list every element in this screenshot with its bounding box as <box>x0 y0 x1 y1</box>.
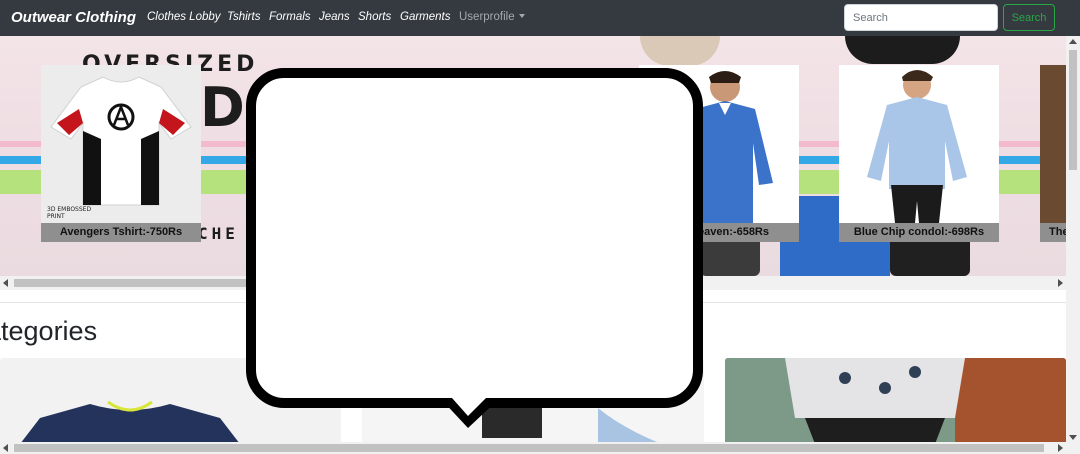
banner-headline-bottom: CHE <box>198 224 239 243</box>
brand-logo[interactable]: Outwear Clothing <box>11 9 136 26</box>
nav-jeans[interactable]: Jeans <box>319 11 350 23</box>
nav-clothes-lobby[interactable]: Clothes Lobby <box>147 11 221 23</box>
search-input[interactable] <box>844 4 998 31</box>
product-label: Blue Chip condol:-698Rs <box>839 223 999 242</box>
product-print-note: 3D EMBOSSED PRINT <box>47 206 92 220</box>
product-card[interactable]: 3D EMBOSSED PRINT Avengers Tshirt:-750Rs <box>41 65 201 242</box>
model-photo <box>845 36 960 64</box>
nav-shorts[interactable]: Shorts <box>358 11 391 23</box>
nav-garments[interactable]: Garments <box>400 11 451 23</box>
categories-heading: ategories <box>0 316 98 346</box>
page-horizontal-scrollbar[interactable] <box>0 442 1066 454</box>
caret-down-icon <box>518 14 525 18</box>
product-image <box>41 65 201 223</box>
top-navbar: Outwear Clothing Clothes Lobby Tshirts F… <box>0 0 1080 36</box>
speech-bubble-overlay <box>246 68 703 408</box>
product-card[interactable]: Blue Chip condol:-698Rs <box>839 65 999 242</box>
speech-bubble-tail <box>440 398 500 428</box>
scroll-up-icon[interactable] <box>1069 39 1077 44</box>
scroll-left-icon[interactable] <box>3 279 8 287</box>
scroll-right-icon[interactable] <box>1058 279 1063 287</box>
product-card[interactable]: The <box>1040 65 1066 242</box>
product-image <box>1040 65 1066 223</box>
product-label: Avengers Tshirt:-750Rs <box>41 223 201 242</box>
product-image <box>839 65 999 223</box>
scrollbar-thumb[interactable] <box>1069 50 1077 170</box>
user-profile-label: Userprofile <box>459 11 515 23</box>
category-image <box>725 358 1066 444</box>
search-button[interactable]: Search <box>1003 4 1055 31</box>
category-card-garments[interactable] <box>725 358 1066 444</box>
nav-formals[interactable]: Formals <box>269 11 311 23</box>
page-vertical-scrollbar[interactable] <box>1066 36 1080 454</box>
user-profile-dropdown[interactable]: Userprofile <box>459 11 525 23</box>
model-photo <box>640 36 720 66</box>
scroll-left-icon[interactable] <box>3 444 8 452</box>
scroll-right-icon[interactable] <box>1058 444 1063 452</box>
nav-tshirts[interactable]: Tshirts <box>227 11 260 23</box>
scrollbar-thumb[interactable] <box>14 444 1044 452</box>
scroll-down-icon[interactable] <box>1069 435 1077 440</box>
product-label: The <box>1040 223 1066 242</box>
